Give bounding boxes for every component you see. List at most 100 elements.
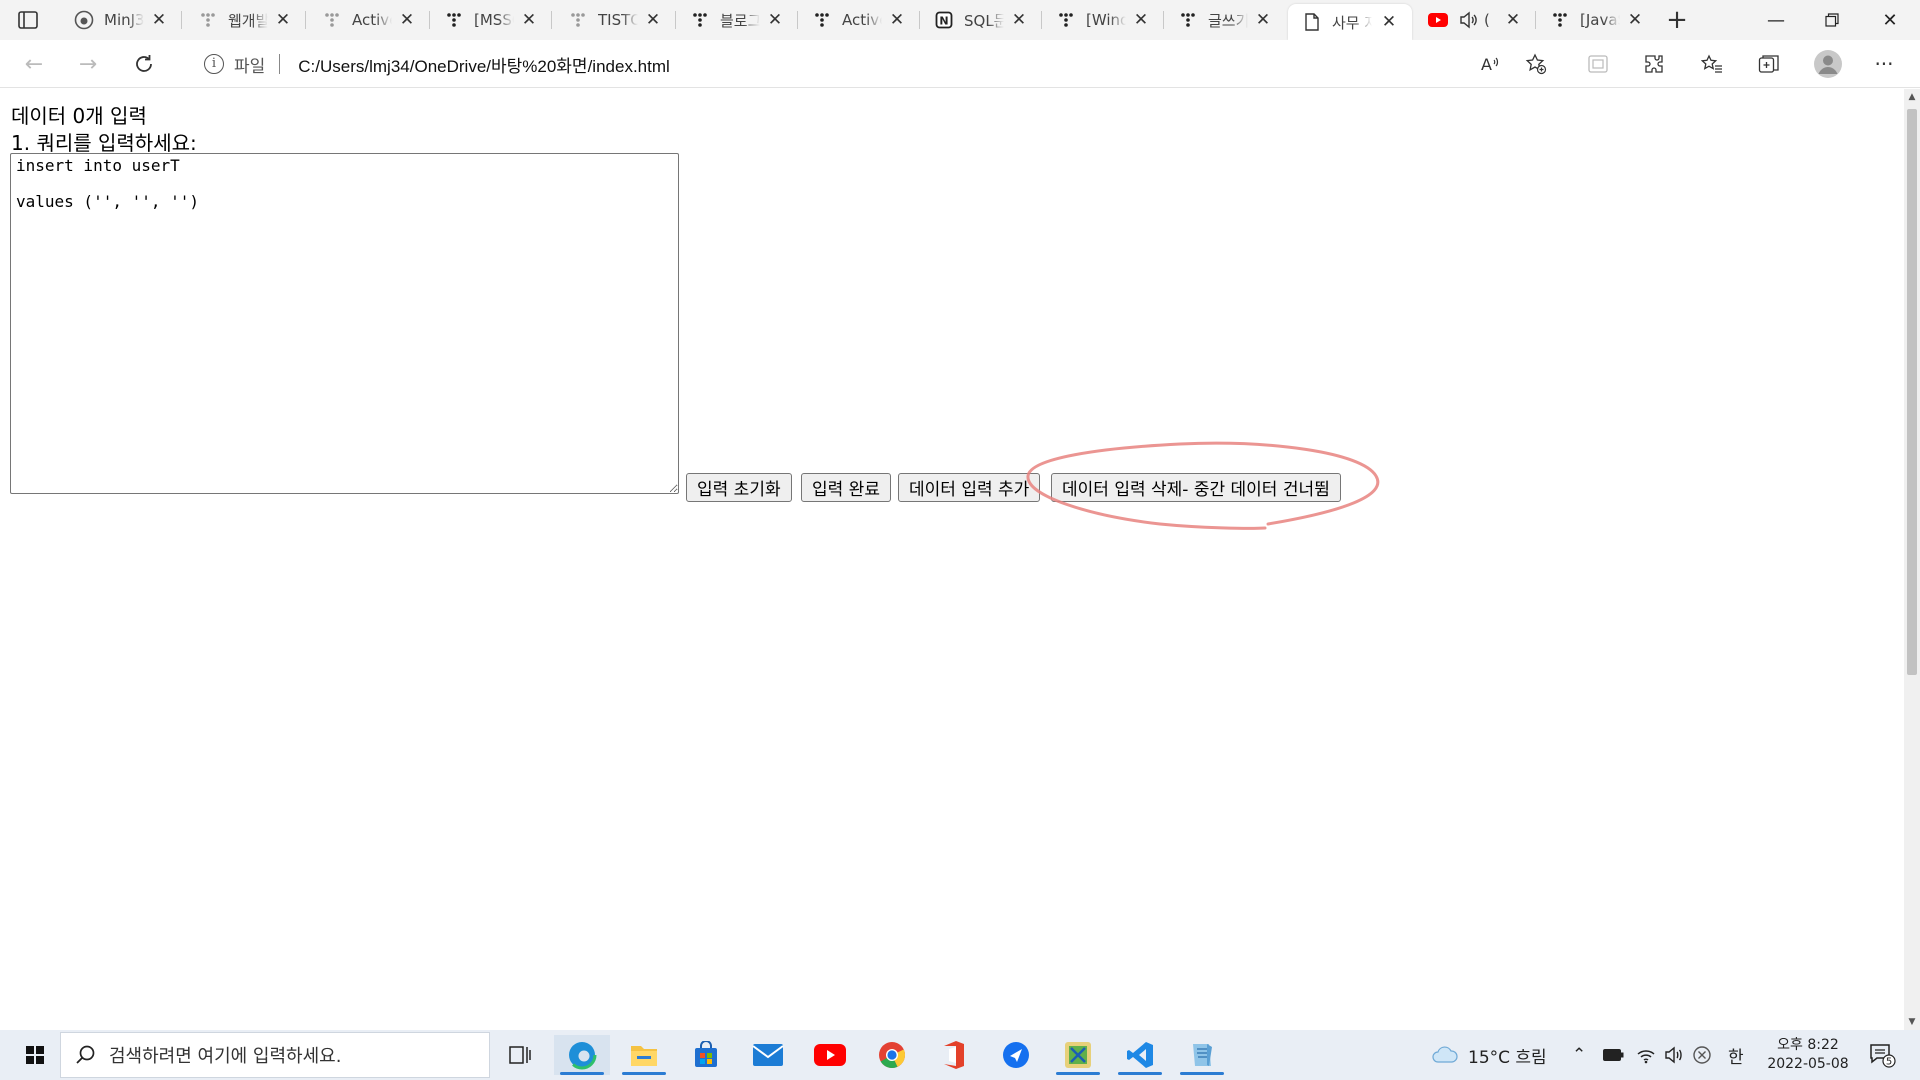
info-icon[interactable]: i bbox=[204, 54, 224, 74]
address-bar[interactable]: i 파일 C:/Users/lmj34/OneDrive/바탕%20화면/ind… bbox=[180, 46, 1562, 82]
tab-github[interactable]: MinJ3 ✕ bbox=[60, 2, 182, 38]
youtube-app-icon[interactable] bbox=[802, 1035, 858, 1075]
more-options-icon[interactable]: ··· bbox=[1870, 50, 1898, 78]
youtube-icon bbox=[1428, 10, 1448, 30]
chrome-app-icon[interactable] bbox=[864, 1035, 920, 1075]
file-explorer-icon[interactable] bbox=[616, 1035, 672, 1075]
system-clock[interactable]: 오후 8:22 2022-05-08 bbox=[1760, 1036, 1856, 1074]
query-prompt-label: 1. 쿼리를 입력하세요: bbox=[11, 131, 197, 155]
tab-title: TISTO bbox=[598, 11, 638, 29]
tab-mssql[interactable]: [MSSQ ✕ bbox=[430, 2, 552, 38]
network-off-icon[interactable] bbox=[1692, 1030, 1712, 1080]
forward-button[interactable]: → bbox=[72, 48, 104, 80]
add-data-input-button[interactable]: 데이터 입력 추가 bbox=[898, 473, 1041, 502]
cloud-icon bbox=[1432, 1046, 1458, 1063]
github-icon bbox=[74, 10, 94, 30]
speaker-icon[interactable] bbox=[1458, 10, 1478, 30]
query-textarea[interactable] bbox=[10, 153, 679, 494]
ime-indicator[interactable]: 한 bbox=[1728, 1030, 1744, 1080]
battery-icon[interactable] bbox=[1602, 1030, 1624, 1080]
profile-avatar[interactable] bbox=[1812, 48, 1844, 80]
tab-blog[interactable]: 블로그 ✕ bbox=[676, 2, 798, 38]
weather-widget[interactable]: 15°C 흐림 bbox=[1430, 1030, 1547, 1080]
tistory-icon bbox=[198, 10, 218, 30]
favorite-add-icon[interactable] bbox=[1522, 50, 1550, 78]
volume-icon[interactable] bbox=[1664, 1030, 1684, 1080]
url-text[interactable]: C:/Users/lmj34/OneDrive/바탕%20화면/index.ht… bbox=[298, 52, 670, 77]
close-icon[interactable]: ✕ bbox=[1626, 11, 1644, 29]
new-tab-button[interactable]: + bbox=[1662, 5, 1692, 35]
ime-text: 한 bbox=[1728, 1047, 1744, 1068]
minimize-button[interactable]: — bbox=[1748, 0, 1804, 40]
store-app-icon[interactable] bbox=[678, 1035, 734, 1075]
edge-app-icon[interactable] bbox=[554, 1035, 610, 1075]
tab-sql[interactable]: N SQL문 ✕ bbox=[920, 2, 1042, 38]
close-window-button[interactable]: ✕ bbox=[1862, 0, 1918, 40]
notion-icon: N bbox=[934, 10, 954, 30]
tistory-icon bbox=[568, 10, 588, 30]
close-icon[interactable]: ✕ bbox=[766, 11, 784, 29]
reset-input-button[interactable]: 입력 초기화 bbox=[686, 473, 792, 502]
complete-input-button[interactable]: 입력 완료 bbox=[801, 473, 891, 502]
clock-time: 오후 8:22 bbox=[1777, 1037, 1839, 1053]
windows-taskbar: 검색하려면 여기에 입력하세요. 15°C 흐림 ⌃ 한 오후 8:22 202… bbox=[0, 1030, 1920, 1080]
tab-title: Active bbox=[352, 11, 392, 29]
vscode-app-icon[interactable] bbox=[1112, 1035, 1168, 1075]
close-icon[interactable]: ✕ bbox=[1010, 11, 1028, 29]
tab-webdev[interactable]: 웹개발 ✕ bbox=[184, 2, 306, 38]
back-button[interactable]: ← bbox=[18, 48, 50, 80]
tistory-icon bbox=[1178, 10, 1198, 30]
favorites-icon[interactable] bbox=[1698, 50, 1726, 78]
mail-app-icon[interactable] bbox=[740, 1035, 796, 1075]
windows-start-icon[interactable] bbox=[10, 1040, 50, 1070]
tistory-icon bbox=[690, 10, 710, 30]
task-view-icon[interactable] bbox=[492, 1035, 548, 1075]
notification-center-icon[interactable]: 5 bbox=[1868, 1030, 1896, 1080]
tab-active-1[interactable]: Active ✕ bbox=[308, 2, 430, 38]
extensions-icon[interactable] bbox=[1640, 50, 1668, 78]
close-icon[interactable]: ✕ bbox=[520, 11, 538, 29]
scroll-up-icon[interactable]: ▲ bbox=[1904, 89, 1920, 105]
office-app-icon[interactable] bbox=[926, 1035, 982, 1075]
close-icon[interactable]: ✕ bbox=[644, 11, 662, 29]
close-icon[interactable]: ✕ bbox=[398, 11, 416, 29]
delete-data-input-button[interactable]: 데이터 입력 삭제- 중간 데이터 건너뜀 bbox=[1051, 473, 1341, 502]
close-icon[interactable]: ✕ bbox=[150, 11, 168, 29]
tab-active-2[interactable]: Active ✕ bbox=[798, 2, 920, 38]
tistory-icon bbox=[812, 10, 832, 30]
show-hidden-icons-icon[interactable]: ⌃ bbox=[1572, 1030, 1586, 1080]
refresh-button[interactable] bbox=[128, 48, 160, 80]
tab-javascript[interactable]: [JavaS ✕ bbox=[1536, 2, 1658, 38]
vertical-scrollbar[interactable]: ▲ ▼ bbox=[1904, 89, 1920, 1030]
clock-date: 2022-05-08 bbox=[1767, 1056, 1849, 1072]
tab-title: 사무 자 bbox=[1332, 13, 1372, 32]
tab-windows[interactable]: [Wind ✕ bbox=[1042, 2, 1164, 38]
collections-icon[interactable] bbox=[1755, 50, 1783, 78]
close-icon[interactable]: ✕ bbox=[274, 11, 292, 29]
tab-tistory[interactable]: TISTO ✕ bbox=[554, 2, 676, 38]
wifi-icon[interactable] bbox=[1636, 1030, 1656, 1080]
close-icon[interactable]: ✕ bbox=[1504, 11, 1522, 29]
tab-youtube[interactable]: ( ✕ bbox=[1414, 2, 1536, 38]
close-icon[interactable]: ✕ bbox=[1254, 11, 1272, 29]
read-aloud-icon[interactable]: A bbox=[1476, 50, 1504, 78]
scroll-down-icon[interactable]: ▼ bbox=[1904, 1014, 1920, 1030]
close-icon[interactable]: ✕ bbox=[1380, 13, 1398, 31]
snip-tool-app-icon[interactable] bbox=[1050, 1035, 1106, 1075]
split-screen-icon[interactable] bbox=[1584, 50, 1612, 78]
close-icon[interactable]: ✕ bbox=[1132, 11, 1150, 29]
restore-button[interactable] bbox=[1804, 0, 1860, 40]
tab-title: [Wind bbox=[1086, 11, 1126, 29]
search-placeholder: 검색하려면 여기에 입력하세요. bbox=[109, 1046, 342, 1067]
weather-text: 15°C 흐림 bbox=[1468, 1047, 1547, 1068]
taskbar-search-box[interactable]: 검색하려면 여기에 입력하세요. bbox=[60, 1032, 490, 1078]
paperplane-app-icon[interactable] bbox=[988, 1035, 1044, 1075]
notepad-app-icon[interactable] bbox=[1174, 1035, 1230, 1075]
tistory-icon bbox=[444, 10, 464, 30]
tab-actions-icon[interactable] bbox=[16, 8, 40, 32]
tab-title: 블로그 bbox=[720, 11, 760, 30]
close-icon[interactable]: ✕ bbox=[888, 11, 906, 29]
tab-write[interactable]: 글쓰기 ✕ bbox=[1164, 2, 1286, 38]
tab-office-active[interactable]: 사무 자 ✕ bbox=[1288, 4, 1412, 40]
scroll-thumb[interactable] bbox=[1907, 109, 1917, 675]
